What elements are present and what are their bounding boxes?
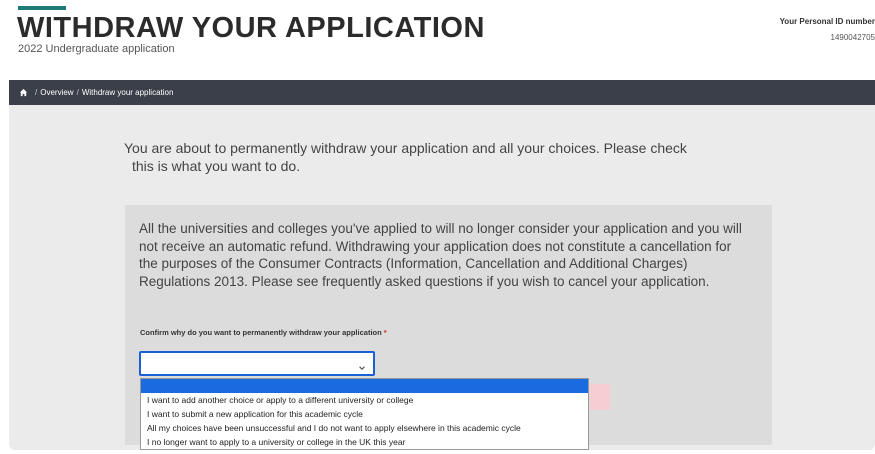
page-subtitle: 2022 Undergraduate application [18,43,175,55]
chevron-down-icon [358,359,366,371]
withdraw-reason-select[interactable] [139,351,375,376]
dropdown-option-add-choice[interactable]: I want to add another choice or apply to… [141,393,588,407]
breadcrumb-separator: / [76,88,79,97]
dropdown-option-blank[interactable] [141,379,588,393]
confirm-reason-label-text: Confirm why do you want to permanently w… [140,328,382,337]
intro-text: You are about to permanently withdraw yo… [124,139,744,175]
dropdown-option-new-application[interactable]: I want to submit a new application for t… [141,407,588,421]
page-title: WITHDRAW YOUR APPLICATION [17,12,485,44]
warning-text: All the universities and colleges you've… [139,221,742,289]
page: WITHDRAW YOUR APPLICATION 2022 Undergrad… [0,0,875,454]
confirm-reason-label: Confirm why do you want to permanently w… [140,328,387,337]
dropdown-option-no-longer-apply[interactable]: I no longer want to apply to a universit… [141,435,588,449]
home-icon[interactable] [19,88,28,97]
intro-line-2: this is what you want to do. [132,158,301,174]
breadcrumb-item-overview[interactable]: Overview [40,88,73,97]
personal-id-label: Your Personal ID number [779,17,875,26]
error-hint-bar [590,384,610,410]
breadcrumb-separator: / [35,88,38,97]
dropdown-option-unsuccessful[interactable]: All my choices have been unsuccessful an… [141,421,588,435]
breadcrumb: / Overview / Withdraw your application [9,80,875,105]
personal-id-value: 1490042705 [830,33,875,42]
required-marker: * [383,328,387,337]
breadcrumb-item-current: Withdraw your application [81,88,174,97]
intro-line-1: You are about to permanently withdraw yo… [124,140,687,156]
withdraw-reason-dropdown: I want to add another choice or apply to… [140,378,589,450]
